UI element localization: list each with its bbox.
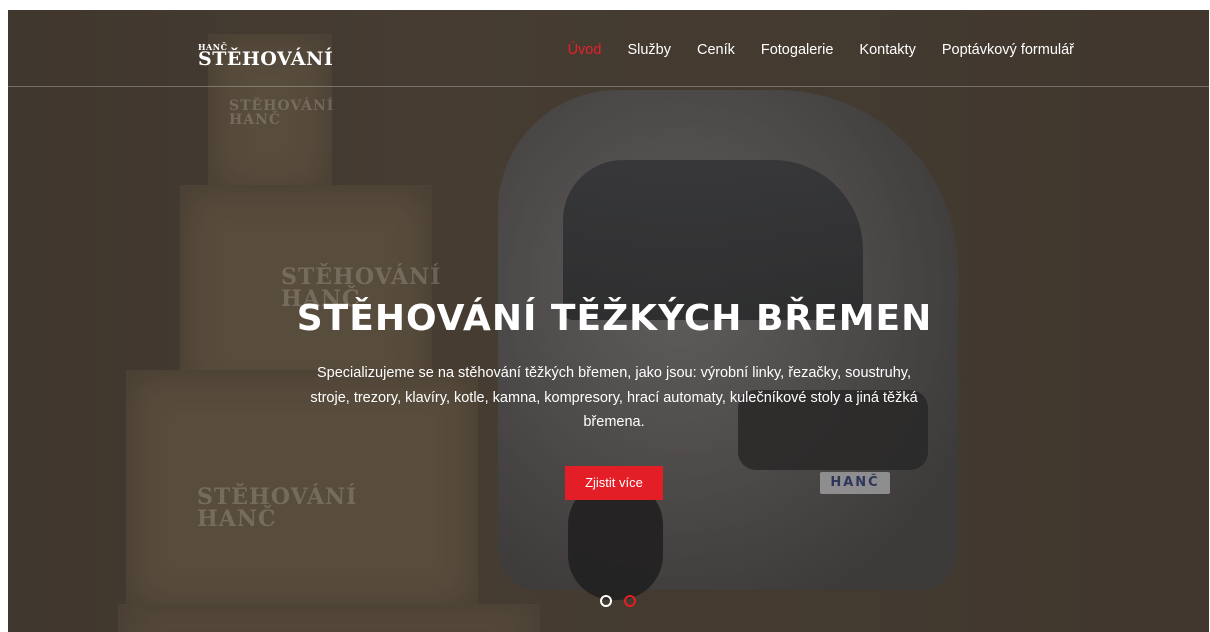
nav-item-poptavkovy-formular[interactable]: Poptávkový formulář (942, 42, 1074, 58)
slider-pagination (600, 595, 636, 607)
main-nav: Úvod Služby Ceník Fotogalerie Kontakty P… (542, 42, 1074, 58)
nav-item-sluzby[interactable]: Služby (627, 42, 671, 58)
hero-description: Specializujeme se na stěhování těžkých b… (310, 365, 918, 430)
nav-item-cenik[interactable]: Ceník (697, 42, 735, 58)
slider-dot-2[interactable] (624, 595, 636, 607)
slider-dot-1[interactable] (600, 595, 612, 607)
logo-main-text: STĚHOVÁNÍ (198, 48, 334, 70)
nav-item-uvod[interactable]: Úvod (568, 42, 602, 58)
nav-item-kontakty[interactable]: Kontakty (859, 42, 915, 58)
hero-title: STĚHOVÁNÍ TĚŽKÝCH BŘEMEN (296, 298, 933, 339)
nav-item-fotogalerie[interactable]: Fotogalerie (761, 42, 834, 58)
learn-more-button[interactable]: Zjistit více (565, 466, 663, 500)
site-logo[interactable]: HANČ STĚHOVÁNÍ (198, 43, 333, 69)
site-header: HANČ STĚHOVÁNÍ Úvod Služby Ceník Fotogal… (8, 10, 1209, 87)
hero-slider: HANČ STĚHOVÁNÍ HANČ STĚHOVÁNÍ HANČ STĚHO… (8, 10, 1209, 632)
